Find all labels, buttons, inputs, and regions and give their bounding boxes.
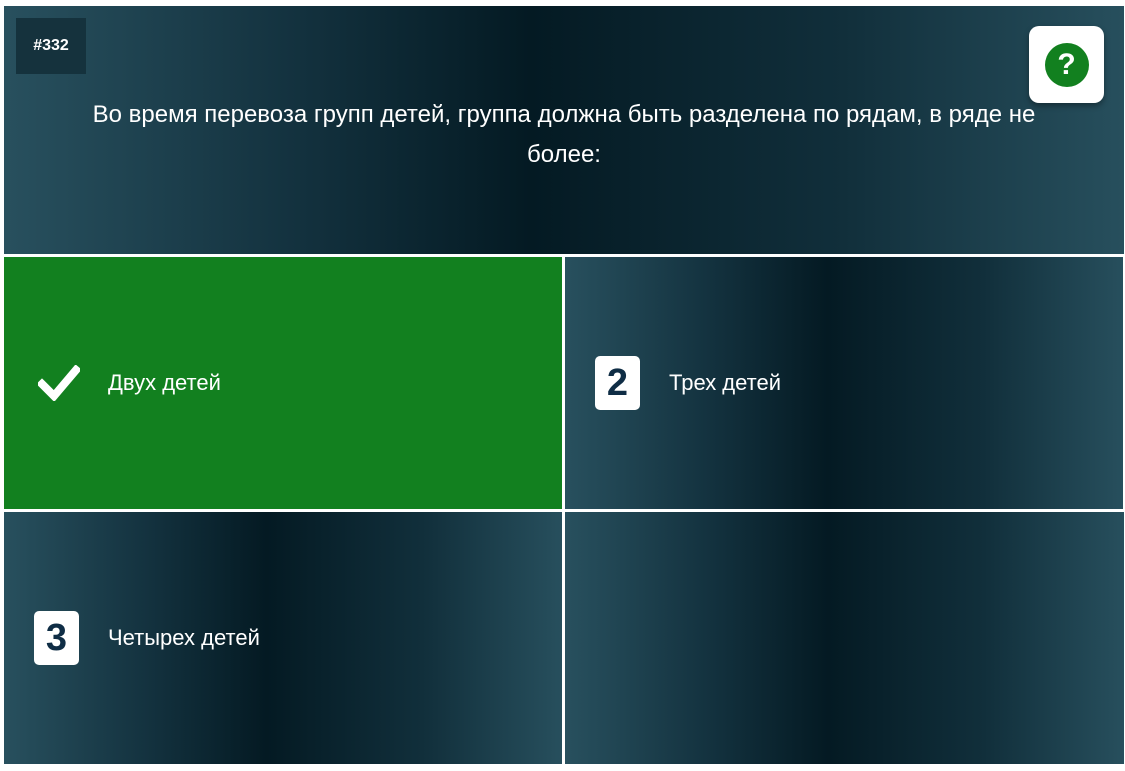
- quiz-stage: #332 Во время перевоза групп детей, груп…: [4, 6, 1124, 768]
- help-button[interactable]: ?: [1029, 26, 1104, 103]
- answer-option-1[interactable]: Двух детей: [4, 257, 562, 509]
- question-number: #332: [16, 18, 86, 74]
- answer-option-3[interactable]: 3 Четырех детей: [4, 512, 562, 764]
- answer-option-2[interactable]: 2 Трех детей: [565, 257, 1123, 509]
- question-panel: #332 Во время перевоза групп детей, груп…: [4, 6, 1124, 254]
- answer-number-badge: 2: [595, 356, 640, 410]
- answer-label: Четырех детей: [108, 625, 260, 650]
- question-text: Во время перевоза групп детей, группа до…: [92, 101, 1036, 168]
- answer-number-badge: 3: [34, 611, 79, 665]
- checkmark-icon: [38, 365, 80, 401]
- answer-label: Трех детей: [669, 370, 781, 395]
- empty-answer-slot: [565, 512, 1124, 764]
- question-mark-icon: ?: [1044, 42, 1089, 87]
- answer-label: Двух детей: [108, 370, 221, 395]
